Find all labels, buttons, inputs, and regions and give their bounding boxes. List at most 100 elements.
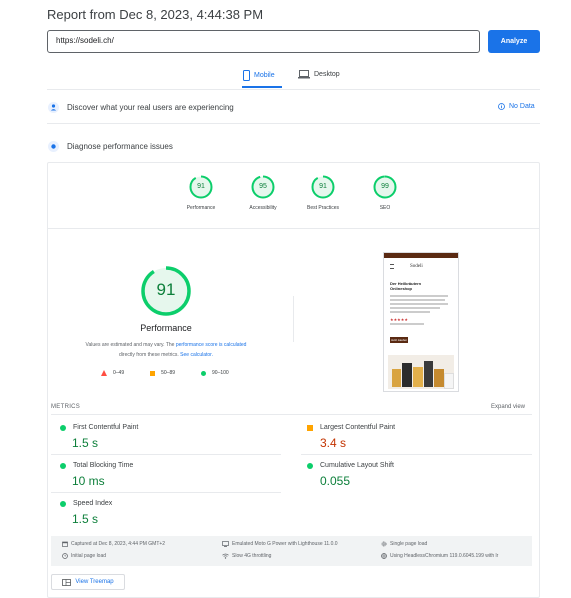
tabs-divider xyxy=(47,89,540,90)
product-bottle xyxy=(413,367,423,387)
throttle-info: Slow 4G throttling xyxy=(222,553,271,559)
view-treemap-button[interactable]: View Treemap xyxy=(51,574,125,590)
globe-icon xyxy=(381,553,387,559)
category-score-value: 91 xyxy=(319,183,327,190)
category-score-label: Best Practices xyxy=(307,205,339,211)
report-title: Report from Dec 8, 2023, 4:44:38 PM xyxy=(47,7,264,22)
section-diagnose[interactable]: Diagnose performance issues xyxy=(48,141,173,152)
section-real-users[interactable]: Discover what your real users are experi… xyxy=(48,102,234,113)
monitor-icon xyxy=(222,541,229,547)
initial-load-text: Initial page load xyxy=(71,553,107,559)
screenshot-heading: Der Heilkräutern Onlineshop xyxy=(390,281,422,291)
category-score-label: Accessibility xyxy=(249,205,277,211)
note-text-1: Values are estimated and may vary. The xyxy=(85,342,176,348)
product-bottle xyxy=(392,369,401,387)
metric-cls: Cumulative Layout Shift xyxy=(307,462,394,469)
average-indicator xyxy=(307,424,313,431)
circle-icon xyxy=(201,370,207,376)
metric-lcp-value: 3.4 s xyxy=(320,436,347,450)
category-score-label: SEO xyxy=(379,205,391,211)
metric-tbt-value: 10 ms xyxy=(72,474,105,488)
tab-mobile-label: Mobile xyxy=(254,72,275,79)
device-text: Emulated Moto G Power with Lighthouse 11… xyxy=(232,541,338,547)
gear-icon xyxy=(381,541,387,547)
product-bottle xyxy=(444,373,454,389)
people-icon xyxy=(48,102,59,113)
performance-score: 91 xyxy=(156,280,176,299)
browser-info: Using HeadlessChromium 119.0.6045.199 wi… xyxy=(381,553,531,559)
note-text-2: directly from these metrics. xyxy=(119,352,181,358)
initial-load-info: Initial page load xyxy=(62,553,106,559)
info-icon xyxy=(498,103,505,110)
no-data-label: No Data xyxy=(509,103,535,110)
metric-fcp-value: 1.5 s xyxy=(72,436,99,450)
text-line xyxy=(390,295,448,297)
legend-pass-label: 90–100 xyxy=(212,370,229,376)
metric-tbt-name: Total Blocking Time xyxy=(73,462,134,469)
url-input-value[interactable]: https://sodeli.ch/ xyxy=(56,36,114,45)
metric-divider xyxy=(51,492,281,493)
tab-mobile-indicator xyxy=(242,86,282,88)
metric-lcp-name: Largest Contentful Paint xyxy=(320,424,396,431)
score-note: Values are estimated and may vary. The p… xyxy=(60,340,272,360)
score-calc-link[interactable]: performance score is calculated xyxy=(176,342,247,348)
performance-label: Performance xyxy=(140,323,192,333)
page-screenshot[interactable]: Sodeli Der Heilkräutern Onlineshop ★★★★★… xyxy=(383,252,459,392)
vertical-divider xyxy=(293,296,294,342)
metric-tbt: Total Blocking Time xyxy=(60,462,133,469)
clock-icon xyxy=(62,553,68,559)
browser-text: Using HeadlessChromium 119.0.6045.199 wi… xyxy=(390,553,499,559)
pass-indicator xyxy=(60,500,66,507)
single-load-info: Single page load xyxy=(381,541,427,547)
scores-divider xyxy=(48,228,539,229)
desktop-icon xyxy=(298,70,310,79)
product-bottle xyxy=(424,361,433,387)
metric-lcp: Largest Contentful Paint xyxy=(307,424,395,431)
expand-view-toggle[interactable]: Expand view xyxy=(491,404,525,410)
category-score-label: Performance xyxy=(186,205,216,211)
see-calculator-link[interactable]: See calculator. xyxy=(180,352,213,358)
text-line xyxy=(390,307,440,309)
no-data-link[interactable]: No Data xyxy=(498,103,535,110)
text-line xyxy=(390,323,424,325)
score-legend: 0–49 50–89 90–100 xyxy=(101,370,229,376)
throttle-text: Slow 4G throttling xyxy=(232,553,272,559)
screenshot-topbar xyxy=(384,253,458,258)
product-image xyxy=(388,355,454,389)
metrics-divider xyxy=(51,414,532,415)
menu-icon xyxy=(390,264,394,269)
rating-stars: ★★★★★ xyxy=(390,317,408,322)
metric-si: Speed Index xyxy=(60,500,112,507)
tab-desktop[interactable]: Desktop xyxy=(298,70,340,79)
pass-indicator xyxy=(307,462,313,469)
legend-average: 50–89 xyxy=(150,370,175,376)
metric-fcp: First Contentful Paint xyxy=(60,424,138,431)
wifi-icon xyxy=(222,553,229,559)
url-input[interactable]: https://sodeli.ch/ xyxy=(47,30,480,53)
section-divider xyxy=(47,123,540,124)
metric-cls-value: 0.055 xyxy=(320,474,351,488)
legend-fail-label: 0–49 xyxy=(113,370,125,376)
text-line xyxy=(390,311,430,313)
captured-info: Captured at Dec 8, 2023, 4:44 PM GMT+2 xyxy=(62,541,165,547)
text-line xyxy=(390,303,448,305)
device-info: Emulated Moto G Power with Lighthouse 11… xyxy=(222,541,338,547)
metric-fcp-name: First Contentful Paint xyxy=(73,424,139,431)
calendar-icon xyxy=(62,541,68,547)
tab-desktop-label: Desktop xyxy=(314,71,340,78)
pass-indicator xyxy=(60,462,66,469)
text-line xyxy=(390,299,445,301)
captured-text: Captured at Dec 8, 2023, 4:44 PM GMT+2 xyxy=(71,541,166,547)
legend-pass: 90–100 xyxy=(201,370,229,376)
diagnose-heading: Diagnose performance issues xyxy=(67,142,173,151)
real-users-heading: Discover what your real users are experi… xyxy=(67,103,234,112)
metric-si-name: Speed Index xyxy=(73,500,113,507)
tab-mobile[interactable]: Mobile xyxy=(243,70,275,81)
analyze-button[interactable]: Analyze xyxy=(488,30,540,53)
legend-average-label: 50–89 xyxy=(161,370,176,376)
metric-si-value: 1.5 s xyxy=(72,512,99,526)
gauge-icon xyxy=(48,141,59,152)
pass-indicator xyxy=(60,424,66,431)
metric-divider xyxy=(301,454,532,455)
metric-cls-name: Cumulative Layout Shift xyxy=(320,462,394,469)
